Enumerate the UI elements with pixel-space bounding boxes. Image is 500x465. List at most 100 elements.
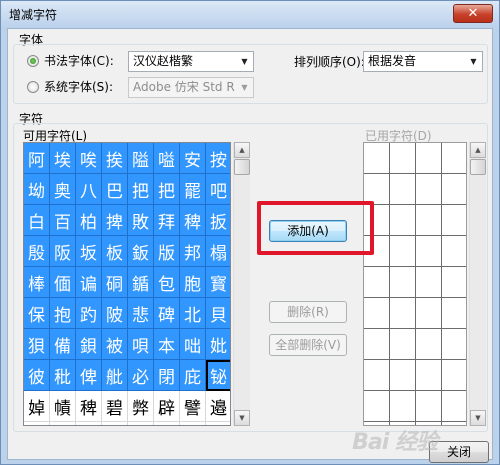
char-cell[interactable]: 按 [206,143,230,174]
used-chars-scrollbar: ▲ ▼ [469,142,486,426]
char-cell[interactable]: 把 [154,174,180,205]
char-cell[interactable]: 舭 [102,360,128,391]
char-cell[interactable]: 扁 [102,422,128,425]
char-cell[interactable]: 谝 [76,267,102,298]
char-cell[interactable]: 白 [24,205,50,236]
char-cell[interactable]: 必 [128,360,154,391]
char-cell[interactable]: 版 [154,236,180,267]
char-cell[interactable]: 狽 [24,329,50,360]
char-cell[interactable]: 備 [50,329,76,360]
system-font-label: 系统字体(S): [44,80,114,94]
char-cell[interactable]: 扳 [206,205,230,236]
char-cell[interactable]: 咄 [180,329,206,360]
char-cell[interactable]: 拜 [154,205,180,236]
available-chars-grid[interactable]: 阿埃唉挨隘嗌安按坳奥八巴把把罷吧白百柏捭敗拜稗扳殷阪坂板鈑版邦榻棒偭谝硐鍎包胞寳… [23,142,231,426]
char-cell[interactable]: 隘 [128,143,154,174]
char-cell[interactable]: 百 [50,205,76,236]
char-cell[interactable]: 把 [128,174,154,205]
char-cell[interactable]: 被 [102,329,128,360]
calligraphy-font-select[interactable]: 汉仪赵楷繁 ▼ [128,51,254,72]
char-cell[interactable]: 碧 [102,391,128,422]
char-cell[interactable]: 捭 [102,205,128,236]
char-cell[interactable]: 阿 [24,143,50,174]
char-cell[interactable]: 唉 [76,143,102,174]
char-cell[interactable]: 庇 [180,360,206,391]
char-cell[interactable]: 北 [180,298,206,329]
char-cell[interactable]: 奥 [50,174,76,205]
char-cell[interactable]: 挨 [102,143,128,174]
system-font-radio[interactable]: 系统字体(S): [27,78,113,95]
char-cell[interactable]: 鍎 [128,267,154,298]
char-cell[interactable]: 辮 [128,422,154,425]
delete-all-button: 全部删除(V) [269,334,347,356]
title-bar[interactable]: 增减字符 ✕ [1,1,499,27]
char-cell[interactable]: 殷 [24,236,50,267]
char-cell[interactable]: 坳 [24,174,50,205]
char-cell[interactable]: 標 [154,422,180,425]
char-cell[interactable]: 嗌 [154,143,180,174]
char-cell[interactable]: 驃 [180,422,206,425]
char-cell[interactable]: 本 [154,329,180,360]
char-cell[interactable]: 抱 [50,298,76,329]
scroll-thumb[interactable] [234,159,250,175]
char-cell[interactable]: 榻 [206,236,230,267]
char-cell[interactable]: 坂 [76,236,102,267]
char-cell[interactable]: 棒 [24,267,50,298]
char-cell[interactable]: 硐 [102,267,128,298]
char-cell[interactable]: 邋 [24,422,50,425]
char-cell[interactable]: 寳 [206,267,230,298]
char-cell[interactable]: 偭 [50,267,76,298]
char-cell[interactable]: 板 [102,236,128,267]
char-cell[interactable]: 保 [24,298,50,329]
close-button[interactable]: 关闭 [429,441,489,463]
char-cell[interactable]: 膘 [206,422,230,425]
used-chars-grid[interactable] [363,142,467,426]
char-cell[interactable]: 邉 [206,391,230,422]
char-cell[interactable]: 邦 [180,236,206,267]
char-cell[interactable]: 铋 [206,360,230,391]
scroll-up-icon[interactable]: ▲ [234,142,250,158]
char-cell[interactable]: 弊 [128,391,154,422]
char-cell[interactable]: 彼 [24,360,50,391]
window-title: 增减字符 [9,8,58,22]
char-cell[interactable]: 俾 [76,360,102,391]
char-cell[interactable]: 阪 [50,236,76,267]
char-cell[interactable]: 安 [180,143,206,174]
char-cell[interactable]: 譬 [180,391,206,422]
char-cell[interactable]: 陂 [102,298,128,329]
char-cell[interactable]: 碑 [154,298,180,329]
char-cell[interactable]: 辟 [154,391,180,422]
char-cell[interactable]: 稗 [180,205,206,236]
char-cell[interactable]: 巴 [102,174,128,205]
char-cell[interactable]: 编 [50,422,76,425]
char-cell[interactable]: 唄 [128,329,154,360]
char-cell[interactable]: 敗 [128,205,154,236]
char-cell[interactable]: 悲 [128,298,154,329]
char-cell[interactable]: 包 [154,267,180,298]
available-chars-scrollbar[interactable]: ▲ ▼ [233,142,250,426]
scroll-down-icon: ▼ [470,410,486,426]
char-cell[interactable]: 婥 [24,391,50,422]
close-window-icon[interactable]: ✕ [453,4,493,23]
radio-checked-icon [27,54,39,67]
char-cell[interactable]: 䆐 [76,422,102,425]
char-cell[interactable]: 八 [76,174,102,205]
char-cell[interactable]: 趵 [76,298,102,329]
sort-order-select[interactable]: 根据发音 ▼ [363,51,483,72]
char-cell[interactable]: 埃 [50,143,76,174]
char-cell[interactable]: 幘 [50,391,76,422]
char-cell[interactable]: 柏 [76,205,102,236]
char-cell[interactable]: 鋇 [76,329,102,360]
char-cell[interactable]: 妣 [206,329,230,360]
char-cell[interactable]: 閉 [154,360,180,391]
char-cell[interactable]: 稗 [76,391,102,422]
char-cell[interactable]: 貝 [206,298,230,329]
char-cell[interactable]: 鈑 [128,236,154,267]
calligraphy-font-radio[interactable]: 书法字体(C): [27,52,114,69]
chevron-down-icon: ▼ [470,57,477,66]
char-cell[interactable]: 罷 [180,174,206,205]
char-cell[interactable]: 吧 [206,174,230,205]
char-cell[interactable]: 胞 [180,267,206,298]
char-cell[interactable]: 秕 [50,360,76,391]
scroll-down-icon[interactable]: ▼ [234,410,250,426]
